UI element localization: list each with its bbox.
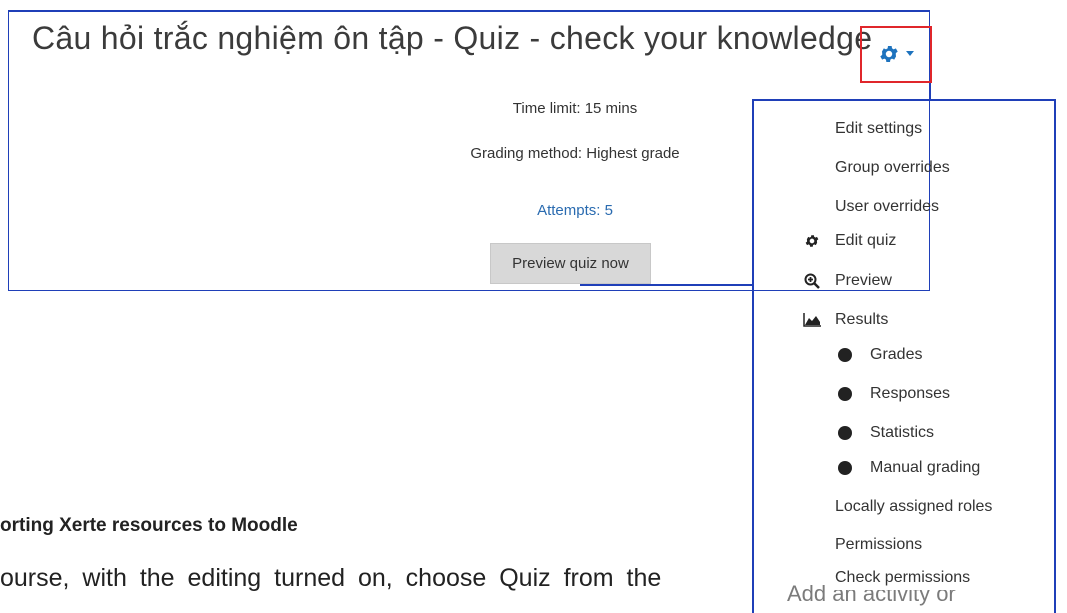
- menu-item-group-overrides[interactable]: Group overrides: [835, 159, 950, 177]
- menu-item-manual-grading[interactable]: Manual grading: [838, 459, 980, 477]
- menu-item-label: Permissions: [835, 536, 923, 553]
- quiz-title: Câu hỏi trắc nghiệm ôn tập - Quiz - chec…: [32, 20, 873, 56]
- gear-icon: [878, 43, 900, 65]
- bullet-icon: [838, 348, 852, 362]
- zoom-in-icon: [803, 272, 821, 290]
- actions-menu-toggle[interactable]: [866, 32, 926, 76]
- menu-item-label: Group overrides: [835, 159, 950, 176]
- area-chart-icon: [803, 311, 821, 329]
- menu-item-permissions[interactable]: Permissions: [835, 536, 922, 554]
- menu-outline-right: [1054, 99, 1056, 613]
- bullet-icon: [838, 461, 852, 475]
- menu-item-label: Statistics: [870, 424, 935, 441]
- menu-item-label: Edit settings: [835, 120, 923, 137]
- menu-item-responses[interactable]: Responses: [838, 385, 950, 403]
- menu-item-edit-settings[interactable]: Edit settings: [835, 120, 922, 138]
- menu-item-statistics[interactable]: Statistics: [838, 424, 934, 442]
- menu-item-label: Manual grading: [870, 459, 981, 476]
- menu-item-label: Results: [835, 311, 889, 328]
- menu-item-user-overrides[interactable]: User overrides: [835, 198, 939, 216]
- menu-outline-top: [752, 99, 1056, 101]
- document-heading: orting Xerte resources to Moodle: [0, 515, 298, 536]
- preview-quiz-button[interactable]: Preview quiz now: [490, 243, 651, 284]
- menu-item-label: User overrides: [835, 198, 940, 215]
- menu-item-label: Responses: [870, 385, 951, 402]
- menu-item-check-permissions[interactable]: Check permissions: [835, 569, 970, 587]
- connector-line: [929, 83, 931, 100]
- menu-item-preview[interactable]: Preview: [803, 272, 892, 290]
- menu-item-label: Check permissions: [835, 569, 971, 586]
- menu-item-locally-assigned-roles[interactable]: Locally assigned roles: [835, 498, 992, 516]
- time-limit-text: Time limit: 15 mins: [512, 100, 638, 117]
- menu-item-label: Edit quiz: [835, 232, 897, 249]
- caret-down-icon: [906, 51, 914, 57]
- menu-item-grades[interactable]: Grades: [838, 346, 922, 364]
- connector-line-horizontal: [580, 284, 754, 286]
- menu-outline-left: [752, 99, 754, 613]
- menu-item-label: Locally assigned roles: [835, 498, 993, 515]
- document-paragraph: ourse, with the editing turned on, choos…: [0, 564, 662, 592]
- bullet-icon: [838, 387, 852, 401]
- bullet-icon: [838, 426, 852, 440]
- menu-item-label: Grades: [870, 346, 923, 363]
- gear-icon: [803, 232, 821, 250]
- menu-item-label: Preview: [835, 272, 892, 289]
- menu-item-results[interactable]: Results: [803, 311, 888, 329]
- menu-item-edit-quiz[interactable]: Edit quiz: [803, 232, 896, 250]
